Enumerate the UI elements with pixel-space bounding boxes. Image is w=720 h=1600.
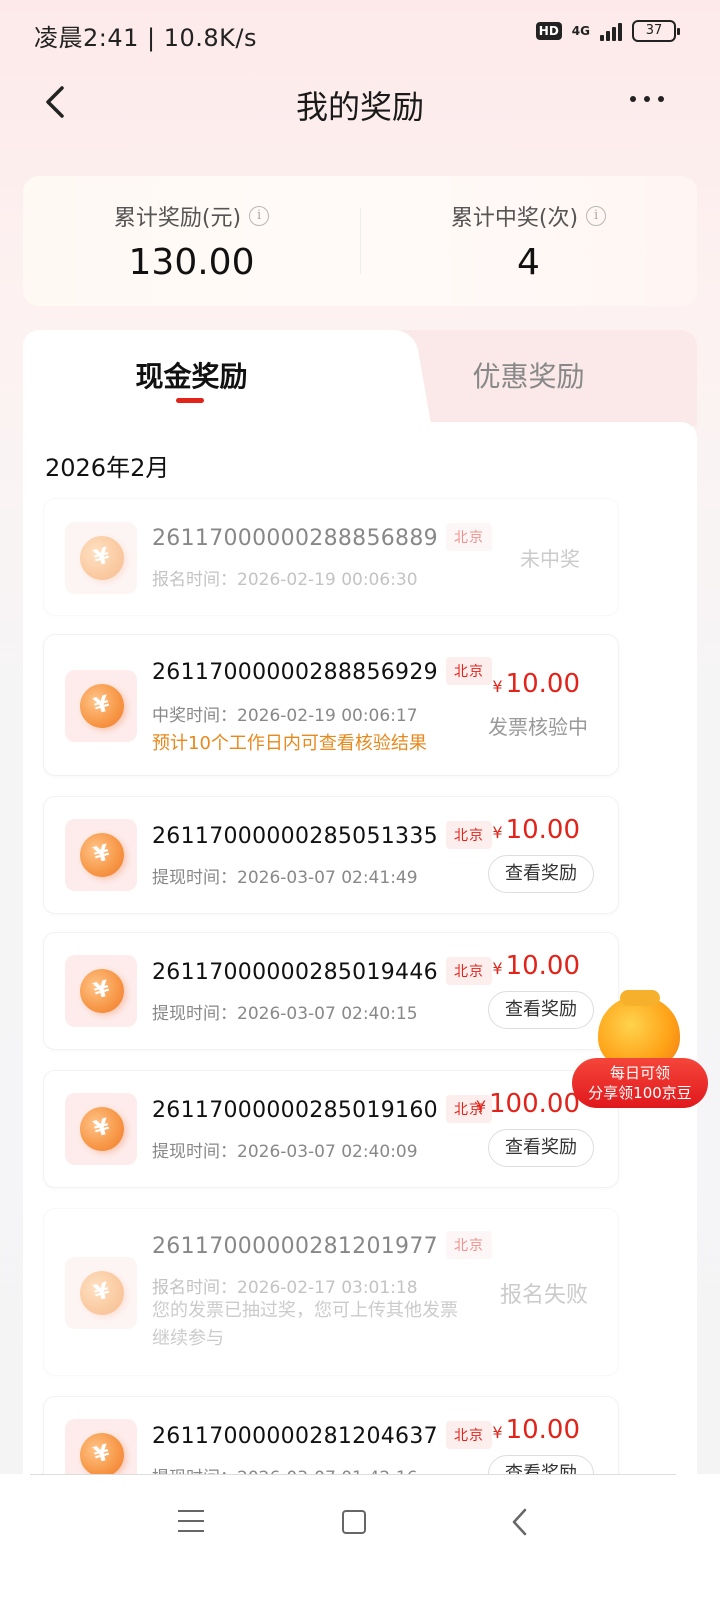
view-reward-button[interactable]: 查看奖励 — [488, 855, 594, 893]
invoice-id: 261170000002888568​89 — [152, 526, 438, 551]
status-time-speed: 凌晨2:41 | 10.8K/s — [34, 24, 258, 52]
daily-bean-promo[interactable]: 每日可领 分享领100京豆 — [572, 990, 708, 1112]
list-item[interactable]: ¥ 26117000000285051335 北京 提现时间：2026-03-07… — [43, 796, 619, 914]
yuan-coin-icon: ¥ — [75, 828, 129, 882]
item-time: 报名时间：2026-02-19 00:06:30 — [152, 570, 418, 590]
total-reward-block: 累计奖励(元) i 130.00 — [23, 176, 360, 306]
city-badge: 北京 — [445, 957, 492, 985]
hd-icon: HD — [535, 22, 562, 40]
system-nav-bar — [0, 1474, 720, 1600]
yuan-coin-icon: ¥ — [75, 1266, 129, 1320]
total-wins-value: 4 — [517, 242, 540, 283]
status-icons: HD 4G 37 — [535, 20, 680, 42]
status-text: 报名失败 — [499, 1283, 588, 1308]
invoice-id: 26117000000288856929 — [152, 660, 438, 685]
yuan-coin-icon: ¥ — [75, 1102, 129, 1156]
item-time: 提现时间：2026-03-07 02:40:09 — [152, 1142, 418, 1162]
nav-back-icon[interactable] — [508, 1506, 532, 1538]
coin-tile: ¥ — [65, 1257, 137, 1329]
menu-icon[interactable] — [178, 1510, 204, 1532]
info-icon[interactable]: i — [249, 206, 270, 226]
tab-cash-reward[interactable]: 现金奖励 — [23, 330, 360, 420]
city-badge: 北京 — [445, 1421, 492, 1449]
invoice-id: 26117000000285051335 — [152, 824, 438, 849]
coin-tile: ¥ — [65, 1093, 137, 1165]
coin-tile: ¥ — [65, 819, 137, 891]
list-item[interactable]: ¥ 261170000002888568​89 北京 报名时间：2026-02-1… — [43, 498, 619, 616]
page-title: 我的奖励 — [295, 88, 424, 126]
view-reward-button[interactable]: 查看奖励 — [488, 1129, 594, 1167]
yuan-coin-icon: ¥ — [75, 964, 129, 1018]
coin-tile: ¥ — [65, 522, 137, 594]
more-dots-icon[interactable] — [630, 96, 664, 102]
network-type: 4G — [571, 24, 590, 38]
promo-label: 每日可领 分享领100京豆 — [572, 1058, 708, 1108]
list-item[interactable]: ¥ 26117000000285019160 北京 提现时间：2026-03-07… — [43, 1070, 619, 1188]
battery-icon: 37 — [632, 20, 680, 42]
verification-note: 预计10个工作日内可查看核验结果 — [152, 733, 427, 754]
invoice-id: 26117000000285019160 — [152, 1098, 438, 1123]
summary-card: 累计奖励(元) i 130.00 累计中奖(次) i 4 — [23, 176, 697, 306]
status-bar: 凌晨2:41 | 10.8K/s HD 4G 37 — [0, 0, 720, 70]
coin-tile: ¥ — [65, 955, 137, 1027]
total-wins-label: 累计中奖(次) — [450, 206, 579, 231]
coin-tile: ¥ — [65, 670, 137, 742]
total-reward-value: 130.00 — [128, 242, 255, 283]
invoice-id: 26117000000281204637 — [152, 1424, 438, 1449]
item-time: 提现时间：2026-03-07 02:41:49 — [152, 868, 418, 888]
city-badge: 北京 — [445, 657, 492, 685]
list-item[interactable]: ¥ 26117000000288856929 北京 中奖时间：2026-02-19… — [43, 634, 619, 776]
list-item[interactable]: ¥ 26117000000281201977 北京 报名时间：2026-02-17… — [43, 1208, 619, 1376]
invoice-id: 26117000000281201977 — [152, 1234, 438, 1259]
reward-amount: ¥10.00 — [492, 669, 580, 699]
month-header: 2026年2月 — [45, 454, 170, 482]
status-text: 发票核验中 — [488, 715, 588, 739]
active-tab-indicator — [176, 398, 204, 403]
info-icon[interactable]: i — [586, 206, 607, 226]
item-time: 提现时间：2026-03-07 02:40:15 — [152, 1004, 418, 1024]
signal-icon — [600, 21, 622, 41]
reward-amount: ¥100.00 — [475, 1089, 580, 1119]
city-badge: 北京 — [445, 523, 492, 551]
invoice-id: 26117000000285019446 — [152, 960, 438, 985]
total-wins-block: 累计中奖(次) i 4 — [360, 176, 697, 306]
nav-bar: 我的奖励 — [0, 70, 720, 134]
total-reward-label: 累计奖励(元) — [113, 206, 242, 231]
reward-amount: ¥10.00 — [492, 1415, 580, 1445]
yuan-coin-icon: ¥ — [75, 679, 129, 733]
tab-coupon-reward[interactable]: 优惠奖励 — [360, 330, 697, 420]
status-text: 未中奖 — [520, 547, 580, 571]
city-badge: 北京 — [445, 1231, 492, 1259]
item-time: 中奖时间：2026-02-19 00:06:17 — [152, 706, 418, 726]
home-square-icon[interactable] — [342, 1510, 366, 1534]
item-time: 报名时间：2026-02-17 03:01:18 — [152, 1278, 418, 1298]
reward-amount: ¥10.00 — [492, 815, 580, 845]
failure-note: 您的发票已抽过奖，您可上传其他发票继续参与 — [152, 1300, 458, 1349]
reward-amount: ¥10.00 — [492, 951, 580, 981]
city-badge: 北京 — [445, 821, 492, 849]
yuan-coin-icon: ¥ — [75, 531, 129, 585]
list-item[interactable]: ¥ 26117000000285019446 北京 提现时间：2026-03-07… — [43, 932, 619, 1050]
